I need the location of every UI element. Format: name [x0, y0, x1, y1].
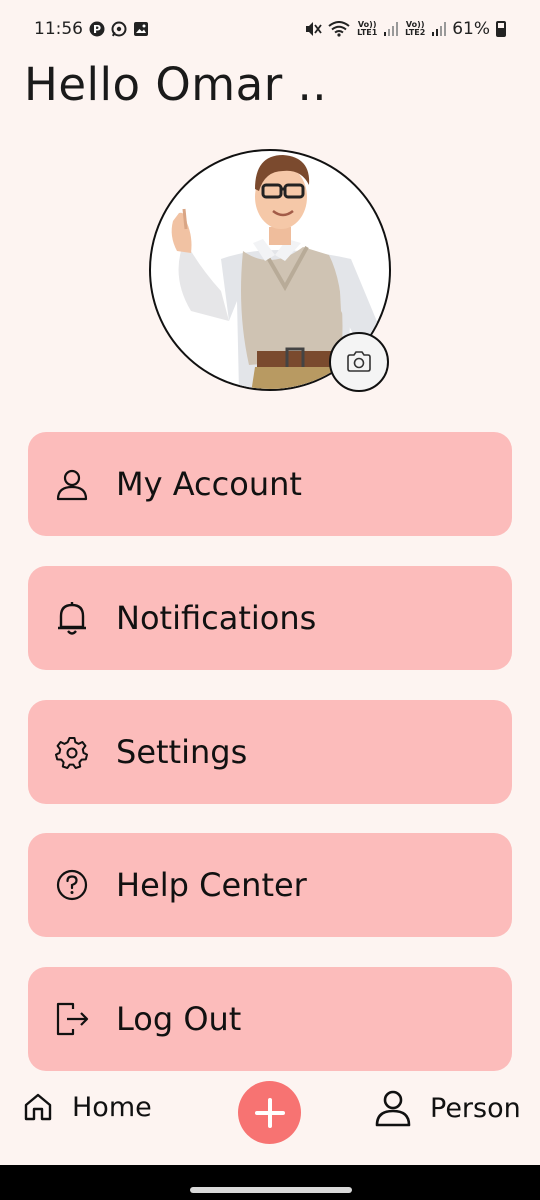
- battery-icon: [496, 21, 506, 37]
- sim1-label: Vo)) LTE1: [357, 20, 378, 37]
- signal-2-icon: [432, 22, 447, 36]
- menu-item-label: Settings: [116, 733, 248, 771]
- help-icon: [54, 867, 90, 903]
- menu-item-log-out[interactable]: Log Out: [28, 967, 512, 1071]
- wifi-icon: [328, 21, 350, 37]
- nav-home[interactable]: Home: [22, 1091, 152, 1123]
- status-bar: 11:56 P Vo)) LTE1 Vo)) LTE2 61%: [0, 0, 540, 58]
- system-nav-bar: [0, 1165, 540, 1200]
- gear-icon: [54, 734, 90, 770]
- status-left: 11:56 P: [34, 19, 149, 39]
- nav-person-label: Person: [430, 1092, 521, 1124]
- status-right: Vo)) LTE1 Vo)) LTE2 61%: [304, 19, 506, 39]
- menu-item-label: Notifications: [116, 599, 317, 637]
- menu-item-help-center[interactable]: Help Center: [28, 833, 512, 937]
- home-icon: [22, 1091, 54, 1123]
- status-time: 11:56: [34, 19, 83, 39]
- menu-item-label: Log Out: [116, 1000, 242, 1038]
- svg-text:P: P: [93, 23, 101, 36]
- logout-icon: [54, 1001, 90, 1037]
- signal-1-icon: [384, 22, 399, 36]
- person-icon: [54, 466, 90, 502]
- menu-item-settings[interactable]: Settings: [28, 700, 512, 804]
- sim2-label: Vo)) LTE2: [405, 20, 426, 37]
- home-indicator[interactable]: [190, 1187, 352, 1193]
- menu-item-notifications[interactable]: Notifications: [28, 566, 512, 670]
- gallery-icon: [133, 21, 149, 37]
- nav-person[interactable]: Person: [374, 1089, 521, 1127]
- bell-icon: [54, 600, 90, 636]
- whatsapp-icon: [111, 21, 127, 37]
- mute-icon: [304, 21, 322, 37]
- profile-avatar-container: [149, 149, 391, 392]
- bottom-nav: Home Person: [0, 1075, 540, 1165]
- menu-item-label: Help Center: [116, 866, 307, 904]
- menu-item-label: My Account: [116, 465, 302, 503]
- battery-percent: 61%: [452, 19, 490, 39]
- plus-icon: [253, 1096, 287, 1130]
- pinterest-icon: P: [89, 21, 105, 37]
- camera-icon: [346, 351, 372, 373]
- person-icon: [374, 1089, 412, 1127]
- greeting-title: Hello Omar ..: [24, 58, 328, 111]
- change-photo-button[interactable]: [329, 332, 389, 392]
- nav-home-label: Home: [72, 1091, 152, 1123]
- add-button[interactable]: [238, 1081, 301, 1144]
- menu-item-my-account[interactable]: My Account: [28, 432, 512, 536]
